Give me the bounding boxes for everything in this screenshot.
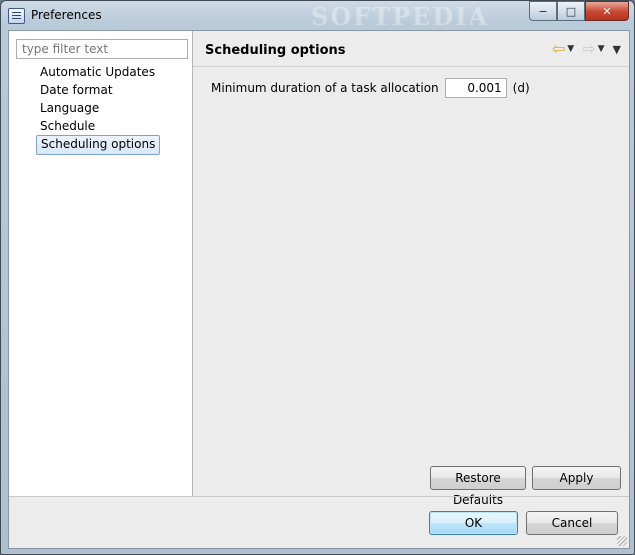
window-controls: − □ ✕: [529, 1, 629, 21]
button-bar-divider: [9, 496, 629, 497]
back-history-dropdown-icon[interactable]: ▼: [567, 44, 574, 54]
tree-item-automatic-updates[interactable]: Automatic Updates: [36, 63, 160, 81]
watermark-logo: SOFTPEDIA: [311, 2, 490, 31]
preferences-tree: Automatic Updates Date format Language S…: [36, 63, 161, 155]
forward-history-dropdown-icon[interactable]: ▼: [598, 44, 605, 54]
tree-item-language[interactable]: Language: [36, 99, 160, 117]
window-title: Preferences: [31, 8, 102, 22]
back-arrow-icon[interactable]: ⇦: [552, 41, 565, 57]
filter-input[interactable]: [16, 39, 188, 59]
close-icon: ✕: [602, 4, 612, 18]
minimize-button[interactable]: −: [529, 1, 557, 21]
preferences-window-icon: [8, 8, 25, 24]
minimize-icon: −: [538, 4, 548, 18]
restore-defaults-button[interactable]: Restore Defaults: [430, 466, 526, 507]
forward-arrow-icon[interactable]: ⇨: [582, 41, 595, 57]
preferences-window: Preferences SOFTPEDIA − □ ✕ Automatic Up…: [0, 0, 635, 555]
page-navigation: ⇦ ▼ ⇨ ▼ ▼: [552, 41, 621, 57]
min-duration-input[interactable]: 0.001: [444, 78, 507, 98]
close-button[interactable]: ✕: [585, 1, 629, 21]
header-divider: [193, 66, 629, 67]
tree-item-schedule[interactable]: Schedule: [36, 117, 160, 135]
dialog-body: Automatic Updates Date format Language S…: [8, 30, 630, 549]
maximize-icon: □: [565, 4, 577, 18]
min-duration-label: Minimum duration of a task allocation: [211, 81, 439, 95]
ok-button[interactable]: OK: [429, 511, 518, 535]
cancel-button[interactable]: Cancel: [526, 511, 618, 535]
min-duration-unit: (d): [512, 81, 530, 95]
page-title: Scheduling options: [205, 43, 346, 58]
title-bar[interactable]: Preferences SOFTPEDIA − □ ✕: [1, 1, 634, 31]
min-duration-row: Minimum duration of a task allocation 0.…: [211, 78, 530, 98]
apply-button[interactable]: Apply: [532, 466, 621, 490]
maximize-button[interactable]: □: [557, 1, 585, 21]
tree-item-date-format[interactable]: Date format: [36, 81, 160, 99]
view-menu-icon[interactable]: ▼: [613, 43, 621, 56]
preferences-tree-panel: Automatic Updates Date format Language S…: [9, 31, 193, 496]
preference-page: Scheduling options ⇦ ▼ ⇨ ▼ ▼ Minimum dur…: [193, 31, 629, 507]
resize-grip-icon[interactable]: [617, 536, 627, 546]
tree-item-scheduling-options[interactable]: Scheduling options: [36, 135, 161, 155]
